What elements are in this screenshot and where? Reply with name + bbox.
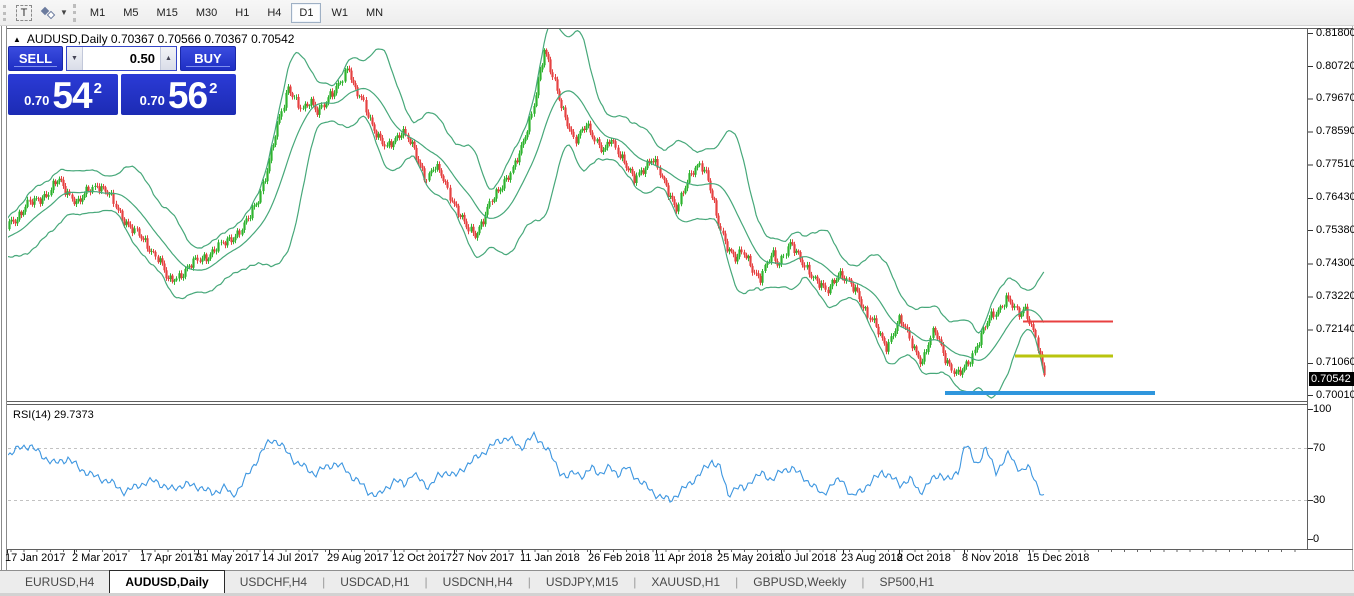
chart-tab-AUDUSD-Daily[interactable]: AUDUSD,Daily <box>109 570 224 593</box>
rsi-indicator-label: RSI(14) 29.7373 <box>13 409 94 421</box>
chart-tab-USDCAD-H1[interactable]: USDCAD,H1 <box>325 571 424 593</box>
chart-tab-USDCNH-H4[interactable]: USDCNH,H4 <box>428 571 528 593</box>
timeframe-button-D1[interactable]: D1 <box>291 3 321 23</box>
toolbar-grip[interactable] <box>73 4 76 22</box>
buy-price-point: 2 <box>209 80 217 97</box>
chevron-down-icon: ▼ <box>60 8 68 17</box>
date-axis-label: 31 May 2017 <box>196 552 260 564</box>
rsi-axis-label: 100 <box>1313 403 1331 415</box>
volume-decrease-button[interactable]: ▼ <box>67 47 83 70</box>
buy-price-prefix: 0.70 <box>140 93 165 108</box>
date-axis-label: 17 Apr 2017 <box>140 552 199 564</box>
timeframe-button-M30[interactable]: M30 <box>188 3 225 23</box>
arrows-tool-button[interactable]: ▼ <box>38 3 69 23</box>
chart-tab-GBPUSD-Weekly[interactable]: GBPUSD,Weekly <box>738 571 861 593</box>
timeframe-button-MN[interactable]: MN <box>358 3 391 23</box>
date-axis-label: 10 Jul 2018 <box>779 552 836 564</box>
toolbar: T ▼ M1M5M15M30H1H4D1W1MN <box>0 0 1354 26</box>
rsi-axis-label: 0 <box>1313 533 1319 545</box>
sell-price-pips: 54 <box>52 79 91 113</box>
date-axis-label: 17 Jan 2017 <box>5 552 66 564</box>
price-axis-label: 0.78590 <box>1316 125 1354 137</box>
price-axis-label: 0.73220 <box>1316 290 1354 302</box>
buy-price-box[interactable]: 0.70 56 2 <box>121 74 236 115</box>
chart-tab-USDJPY-M15[interactable]: USDJPY,M15 <box>531 571 633 593</box>
date-axis-label: 12 Oct 2017 <box>392 552 452 564</box>
date-axis-label: 27 Nov 2017 <box>452 552 514 564</box>
price-axis-label: 0.76430 <box>1316 191 1354 203</box>
date-axis-label: 11 Apr 2018 <box>654 552 713 564</box>
timeframe-button-M5[interactable]: M5 <box>115 3 146 23</box>
date-axis-label: 8 Nov 2018 <box>962 552 1018 564</box>
text-label-tool-button[interactable]: T <box>12 3 36 23</box>
collapse-panel-icon[interactable]: ▲ <box>13 35 21 44</box>
chart-tab-EURUSD-H4[interactable]: EURUSD,H4 <box>10 571 109 593</box>
price-axis-label: 0.81800 <box>1316 27 1354 39</box>
chart-tab-SP500-H1[interactable]: SP500,H1 <box>865 571 950 593</box>
text-tool-icon: T <box>16 5 33 21</box>
arrows-tool-icon <box>39 6 57 20</box>
volume-stepper: ▼ 0.50 ▲ <box>66 46 177 71</box>
date-axis-label: 11 Jan 2018 <box>520 552 580 564</box>
chart-title: ▲ AUDUSD,Daily 0.70367 0.70566 0.70367 0… <box>13 32 294 46</box>
price-axis-label: 0.75380 <box>1316 224 1354 236</box>
date-axis-label: 2 Mar 2017 <box>72 552 128 564</box>
sell-price-point: 2 <box>94 80 102 97</box>
chart-tab-USDCHF-H4[interactable]: USDCHF,H4 <box>225 571 322 593</box>
date-axis-label: 14 Jul 2017 <box>262 552 319 564</box>
timeframe-button-M1[interactable]: M1 <box>82 3 113 23</box>
timeframe-button-M15[interactable]: M15 <box>148 3 185 23</box>
timeframe-button-H1[interactable]: H1 <box>227 3 257 23</box>
one-click-trading-panel: SELL ▼ 0.50 ▲ BUY 0.70 54 2 0.70 56 2 <box>8 46 236 116</box>
price-axis-label: 0.72140 <box>1316 323 1354 335</box>
volume-input[interactable]: 0.50 <box>83 47 160 70</box>
sell-price-prefix: 0.70 <box>24 93 49 108</box>
date-axis-label: 26 Feb 2018 <box>588 552 650 564</box>
price-axis-label: 0.79670 <box>1316 92 1354 104</box>
chart-title-text: AUDUSD,Daily 0.70367 0.70566 0.70367 0.7… <box>27 32 295 46</box>
price-axis-label: 0.74300 <box>1316 257 1354 269</box>
rsi-axis-label: 70 <box>1313 442 1325 454</box>
toolbar-grip[interactable] <box>3 5 6 21</box>
timeframe-toolbar: M1M5M15M30H1H4D1W1MN <box>81 3 392 23</box>
timeframe-button-H4[interactable]: H4 <box>259 3 289 23</box>
volume-increase-button[interactable]: ▲ <box>160 47 176 70</box>
price-axis-label: 0.77510 <box>1316 158 1354 170</box>
date-axis-label: 2 Oct 2018 <box>897 552 951 564</box>
timeframe-button-W1[interactable]: W1 <box>323 3 356 23</box>
date-axis-label: 29 Aug 2017 <box>327 552 389 564</box>
buy-price-pips: 56 <box>168 79 207 113</box>
date-axis-label: 15 Dec 2018 <box>1027 552 1089 564</box>
price-axis-label: 0.71060 <box>1316 356 1354 368</box>
price-axis-label: 0.70010 <box>1316 389 1354 401</box>
current-price-tag: 0.70542 <box>1309 372 1354 386</box>
mt4-chart-window: T ▼ M1M5M15M30H1H4D1W1MN ▲ AUDUSD,Daily … <box>0 0 1354 596</box>
date-axis-label: 25 May 2018 <box>717 552 781 564</box>
rsi-axis-label: 30 <box>1313 494 1325 506</box>
sell-button[interactable]: SELL <box>8 46 63 71</box>
chart-tab-XAUUSD-H1[interactable]: XAUUSD,H1 <box>636 571 735 593</box>
chart-tab-bar: EURUSD,H4AUDUSD,DailyUSDCHF,H4|USDCAD,H1… <box>0 570 1354 596</box>
price-axis-label: 0.80720 <box>1316 60 1354 72</box>
date-axis-label: 23 Aug 2018 <box>841 552 903 564</box>
sell-price-box[interactable]: 0.70 54 2 <box>8 74 118 115</box>
buy-button[interactable]: BUY <box>180 46 236 71</box>
